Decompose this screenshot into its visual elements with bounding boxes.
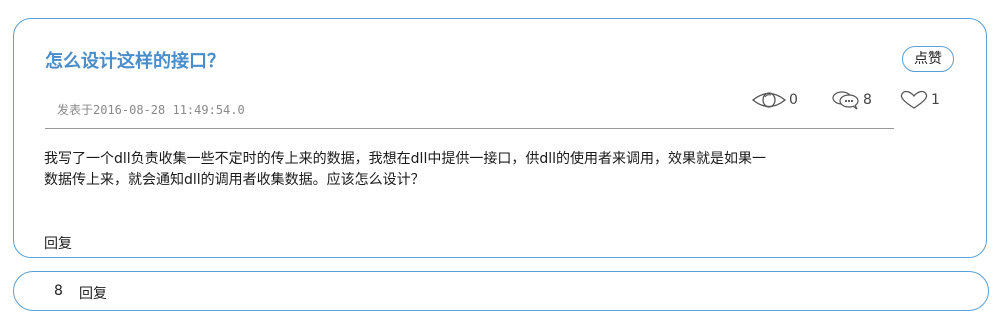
- views-stat: 0: [751, 89, 798, 111]
- reply-count: 8: [54, 283, 63, 299]
- eye-icon: [751, 92, 787, 108]
- chat-bubbles-icon: [832, 91, 859, 110]
- post-body: 我写了一个dll负责收集一些不定时的传上来的数据，我想在dll中提供一接口，供d…: [44, 149, 924, 191]
- post-body-line: 数据传上来，就会通知dll的调用者收集数据。应该怎么设计？: [44, 172, 425, 188]
- replies-bar[interactable]: 8 回复: [13, 271, 989, 311]
- post-body-line: 我写了一个dll负责收集一些不定时的传上来的数据，我想在dll中提供一接口，供d…: [44, 151, 766, 167]
- post-card: 怎么设计这样的接口？ 点赞 发表于2016-08-28 11:49:54.0 0…: [13, 18, 987, 258]
- divider: [45, 128, 894, 129]
- views-count: 0: [789, 92, 798, 108]
- likes-count: 1: [931, 92, 940, 108]
- like-button[interactable]: 点赞: [902, 46, 954, 72]
- replies-label: 回复: [79, 286, 107, 302]
- comments-stat: 8: [831, 89, 872, 111]
- heart-icon: [900, 90, 928, 109]
- post-stats: 0 8 1: [14, 89, 988, 111]
- post-title[interactable]: 怎么设计这样的接口？: [45, 47, 225, 73]
- likes-stat: 1: [899, 89, 940, 111]
- comments-count: 8: [863, 92, 872, 108]
- reply-link[interactable]: 回复: [44, 233, 72, 253]
